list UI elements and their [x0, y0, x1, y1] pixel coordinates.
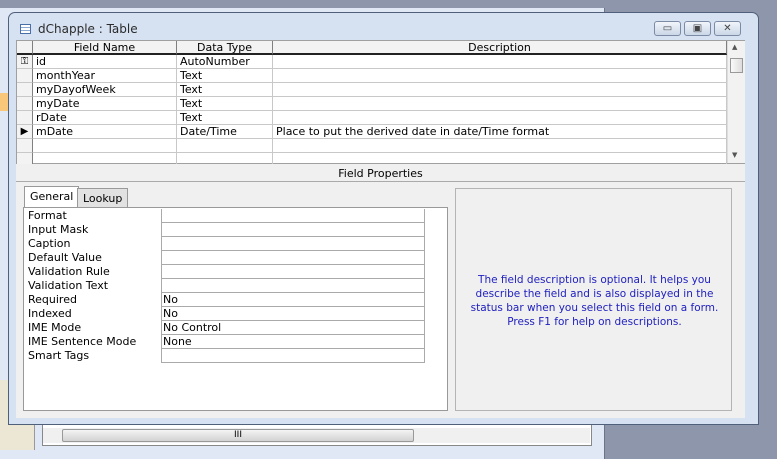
scroll-up-icon[interactable]: ▲: [732, 43, 737, 51]
tab-general[interactable]: General: [24, 186, 80, 208]
scrollbar-thumb[interactable]: [730, 58, 743, 73]
data-type-cell[interactable]: [177, 139, 273, 153]
row-selector[interactable]: ▶: [17, 125, 33, 139]
property-value-input[interactable]: [161, 223, 425, 237]
row-selector[interactable]: [17, 111, 33, 125]
property-label: IME Sentence Mode: [28, 335, 137, 348]
help-text: The field description is optional. It he…: [470, 274, 719, 328]
property-label: Default Value: [28, 251, 102, 264]
description-cell[interactable]: [273, 111, 727, 125]
field-name-cell[interactable]: monthYear: [33, 69, 177, 83]
field-name-cell[interactable]: myDayofWeek: [33, 83, 177, 97]
property-value-input[interactable]: [161, 209, 425, 223]
data-type-cell[interactable]: Text: [177, 97, 273, 111]
description-cell[interactable]: [273, 69, 727, 83]
property-value-input[interactable]: [161, 349, 425, 363]
data-type-cell[interactable]: Text: [177, 69, 273, 83]
description-cell[interactable]: [273, 139, 727, 153]
row-selector[interactable]: [17, 139, 33, 153]
property-value-input[interactable]: No Control: [161, 321, 425, 335]
divider: [16, 181, 745, 182]
description-cell[interactable]: [273, 97, 727, 111]
row-selector[interactable]: [17, 69, 33, 83]
property-label: Indexed: [28, 307, 72, 320]
row-selector[interactable]: [17, 97, 33, 111]
property-sheet: Format Input Mask Caption Default Value Vali…: [23, 207, 448, 411]
property-label: Required: [28, 293, 77, 306]
help-pane: The field description is optional. It he…: [455, 188, 732, 411]
property-value-input[interactable]: No: [161, 307, 425, 321]
row-selector[interactable]: [17, 83, 33, 97]
header-field-name: Field Name: [33, 41, 177, 55]
data-type-cell[interactable]: Text: [177, 83, 273, 97]
scroll-down-icon[interactable]: ▼: [732, 151, 737, 159]
property-value-input[interactable]: [161, 265, 425, 279]
selector-header: [17, 41, 33, 55]
data-type-cell[interactable]: Date/Time: [177, 125, 273, 139]
property-value-input[interactable]: None: [161, 335, 425, 349]
property-value-input[interactable]: [161, 279, 425, 293]
header-data-type: Data Type: [177, 41, 273, 55]
property-label: Caption: [28, 237, 71, 250]
primary-key-icon: ⚿: [20, 56, 29, 67]
table-icon: [20, 24, 31, 34]
property-label: Smart Tags: [28, 349, 90, 362]
minimize-button[interactable]: ▭: [654, 21, 681, 36]
data-type-cell[interactable]: Text: [177, 111, 273, 125]
field-properties-label: Field Properties: [338, 167, 423, 180]
property-value-input[interactable]: [161, 251, 425, 265]
field-name-cell[interactable]: mDate: [33, 125, 177, 139]
field-grid: Field Name Data Type Description ⚿ id Auto…: [16, 40, 745, 167]
property-value-input[interactable]: No: [161, 293, 425, 307]
current-row-arrow-icon: ▶: [20, 126, 29, 137]
data-type-cell[interactable]: AutoNumber: [177, 55, 273, 69]
description-cell[interactable]: [273, 55, 727, 69]
property-label: IME Mode: [28, 321, 82, 334]
vertical-scrollbar[interactable]: ▲ ▼: [727, 41, 745, 163]
field-name-cell[interactable]: myDate: [33, 97, 177, 111]
property-label: Input Mask: [28, 223, 89, 236]
tab-lookup[interactable]: Lookup: [77, 188, 129, 208]
scrollbar-thumb[interactable]: III: [62, 429, 414, 442]
field-name-cell[interactable]: id: [33, 55, 177, 69]
row-selector[interactable]: ⚿: [17, 55, 33, 69]
property-value-input[interactable]: [161, 237, 425, 251]
restore-button[interactable]: ▣: [684, 21, 711, 36]
field-properties-area: Field Properties General Lookup Format In…: [16, 164, 745, 418]
field-name-cell[interactable]: [33, 139, 177, 153]
description-cell[interactable]: Place to put the derived date in date/Ti…: [273, 125, 727, 139]
header-description: Description: [273, 41, 727, 55]
close-button[interactable]: ✕: [714, 21, 741, 36]
property-label: Validation Rule: [28, 265, 110, 278]
window-title: dChapple : Table: [38, 22, 138, 36]
field-name-cell[interactable]: rDate: [33, 111, 177, 125]
description-cell[interactable]: [273, 83, 727, 97]
property-label: Format: [28, 209, 67, 222]
property-label: Validation Text: [28, 279, 109, 292]
